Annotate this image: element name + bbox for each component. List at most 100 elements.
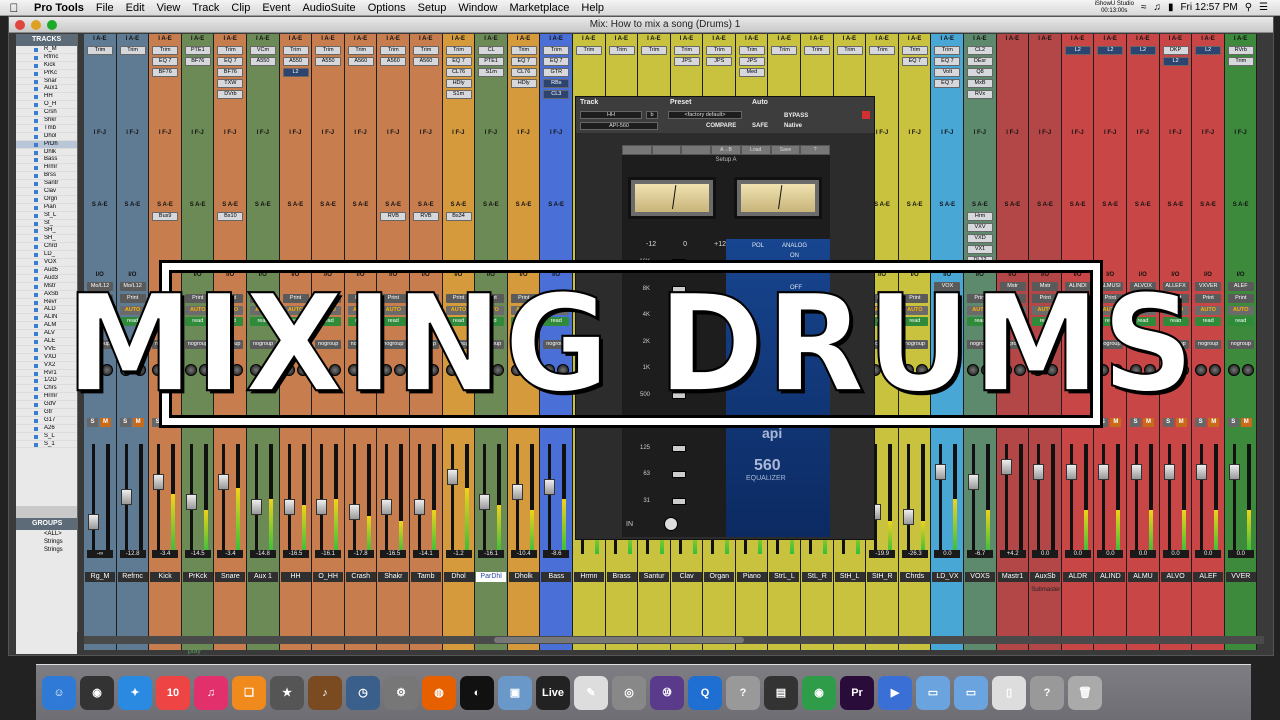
track-list-item[interactable]: Chrd: [16, 243, 77, 252]
tracks-header[interactable]: TRACKS: [16, 34, 77, 46]
insert-slot[interactable]: L2: [282, 68, 309, 77]
safari-icon[interactable]: ✦: [118, 675, 152, 710]
insert-slot[interactable]: RBs: [543, 79, 570, 88]
volume-readout[interactable]: 0.0: [934, 550, 961, 558]
volume-fader[interactable]: [446, 469, 458, 485]
insert-slot[interactable]: VoIt: [934, 68, 961, 77]
insert-slot[interactable]: Trim: [87, 46, 113, 55]
guitar-icon[interactable]: ♪: [308, 675, 342, 710]
track-name[interactable]: Rg_M: [85, 572, 115, 582]
volume-readout[interactable]: -8.6: [543, 550, 570, 558]
volume-fader[interactable]: [153, 474, 165, 490]
volume-fader[interactable]: [511, 484, 523, 500]
insert-slot[interactable]: VCm: [249, 46, 276, 55]
pan-knob-left[interactable]: [1227, 364, 1240, 376]
track-list-item[interactable]: SH_: [16, 227, 77, 236]
menu-marketplace[interactable]: Marketplace: [503, 2, 575, 14]
send-slot[interactable]: RVB: [412, 212, 439, 221]
insert-slot[interactable]: S1m: [445, 90, 472, 99]
io-output[interactable]: VXVER: [1195, 282, 1222, 291]
volume-readout[interactable]: -1.2: [445, 550, 472, 558]
insert-slot[interactable]: Trim: [608, 46, 635, 55]
send-slot[interactable]: RVB: [380, 212, 407, 221]
insert-slot[interactable]: Trim: [1227, 57, 1254, 66]
track-name[interactable]: Bass: [541, 572, 572, 582]
insert-slot[interactable]: S1m: [478, 68, 505, 77]
group-list-item[interactable]: Strings: [16, 546, 77, 554]
insert-slot[interactable]: EQ 7: [152, 57, 179, 66]
track-name[interactable]: Tamb: [410, 572, 441, 582]
track-name[interactable]: StL_R: [802, 572, 833, 582]
plugin-toolbar-button[interactable]: Save: [771, 146, 800, 154]
insert-slot[interactable]: HDly: [445, 79, 472, 88]
track-list-item[interactable]: A26: [16, 425, 77, 433]
insert-slot[interactable]: MxB: [967, 79, 994, 88]
premiere-icon[interactable]: Pr: [840, 675, 874, 710]
insert-slot[interactable]: A560: [412, 57, 439, 66]
track-name[interactable]: Hrmn: [573, 572, 604, 582]
track-list-item[interactable]: Brss: [16, 172, 77, 181]
insert-slot[interactable]: Trim: [543, 46, 570, 55]
plugin-selector[interactable]: API-560: [580, 122, 658, 130]
volume-readout[interactable]: 0.0: [1195, 550, 1222, 558]
group-selector[interactable]: nogroup: [1227, 340, 1254, 349]
volume-fader[interactable]: [479, 494, 491, 510]
insert-slot[interactable]: PTE1: [184, 46, 211, 55]
track-name[interactable]: Piano: [736, 572, 767, 582]
pan-knob-left[interactable]: [1195, 364, 1208, 376]
volume-icon[interactable]: ♫: [1153, 2, 1161, 13]
track-list-item[interactable]: Santr: [16, 180, 77, 189]
track-name[interactable]: Organ: [704, 572, 735, 582]
eq-band-slider[interactable]: [672, 444, 686, 452]
track-name[interactable]: StH_L: [834, 572, 865, 582]
solo-button[interactable]: S: [1195, 418, 1207, 427]
track-name[interactable]: Mastr1: [997, 572, 1028, 582]
clock[interactable]: Fri 12:57 PM: [1180, 2, 1237, 13]
track-name[interactable]: Refrnc: [117, 572, 148, 582]
track-list-item[interactable]: Snar: [16, 78, 77, 86]
insert-slot[interactable]: L2: [1064, 46, 1091, 55]
menu-track[interactable]: Track: [186, 2, 225, 14]
track-list-item[interactable]: Orgn: [16, 196, 77, 204]
track-list-item[interactable]: Clav: [16, 188, 77, 196]
track-list-item[interactable]: Dhlk: [16, 149, 77, 157]
volume-fader[interactable]: [935, 464, 947, 480]
insert-slot[interactable]: BF76: [217, 68, 244, 77]
track-name[interactable]: PrKck: [182, 572, 213, 582]
volume-readout[interactable]: -10.4: [510, 550, 537, 558]
track-list-item[interactable]: Pian: [16, 204, 77, 212]
volume-readout[interactable]: -26.3: [901, 550, 928, 558]
send-slot[interactable]: Bus9: [152, 212, 179, 221]
insert-slot[interactable]: Trim: [738, 46, 765, 55]
dashboard-icon[interactable]: ◉: [80, 675, 114, 710]
folder-icon[interactable]: ▭: [916, 675, 950, 710]
volume-fader[interactable]: [968, 474, 980, 490]
volume-fader[interactable]: [283, 499, 295, 515]
track-name[interactable]: ALVO: [1160, 572, 1191, 582]
insert-slot[interactable]: JPS: [706, 57, 733, 66]
chrome-icon[interactable]: ◉: [802, 675, 836, 710]
safe-button[interactable]: SAFE: [752, 123, 768, 129]
bypass-button[interactable]: BYPASS: [784, 113, 808, 119]
insert-slot[interactable]: CL: [478, 46, 505, 55]
menu-edit[interactable]: Edit: [120, 2, 151, 14]
insert-slot[interactable]: PTE1: [478, 57, 505, 66]
insert-slot[interactable]: Trim: [445, 46, 472, 55]
insert-slot[interactable]: Trim: [934, 46, 961, 55]
insert-slot[interactable]: Trim: [347, 46, 374, 55]
preset-selector[interactable]: <factory default>: [668, 111, 742, 119]
insert-slot[interactable]: L2: [1097, 46, 1124, 55]
insert-slot[interactable]: EQ 7: [543, 57, 570, 66]
insert-slot[interactable]: JPS: [673, 57, 700, 66]
time-machine-icon[interactable]: ◷: [346, 675, 380, 710]
insert-slot[interactable]: JPS: [738, 57, 765, 66]
solo-button[interactable]: S: [1227, 418, 1239, 427]
track-list-item[interactable]: Aux1: [16, 85, 77, 94]
send-slot[interactable]: VXD: [967, 234, 994, 243]
insert-slot[interactable]: CL2: [967, 46, 994, 55]
insert-slot[interactable]: EQ 7: [445, 57, 472, 66]
volume-readout[interactable]: -16.1: [315, 550, 342, 558]
insert-slot[interactable]: Trim: [804, 46, 831, 55]
volume-readout[interactable]: +4.2: [999, 550, 1026, 558]
notification-icon[interactable]: ☰: [1259, 2, 1268, 13]
